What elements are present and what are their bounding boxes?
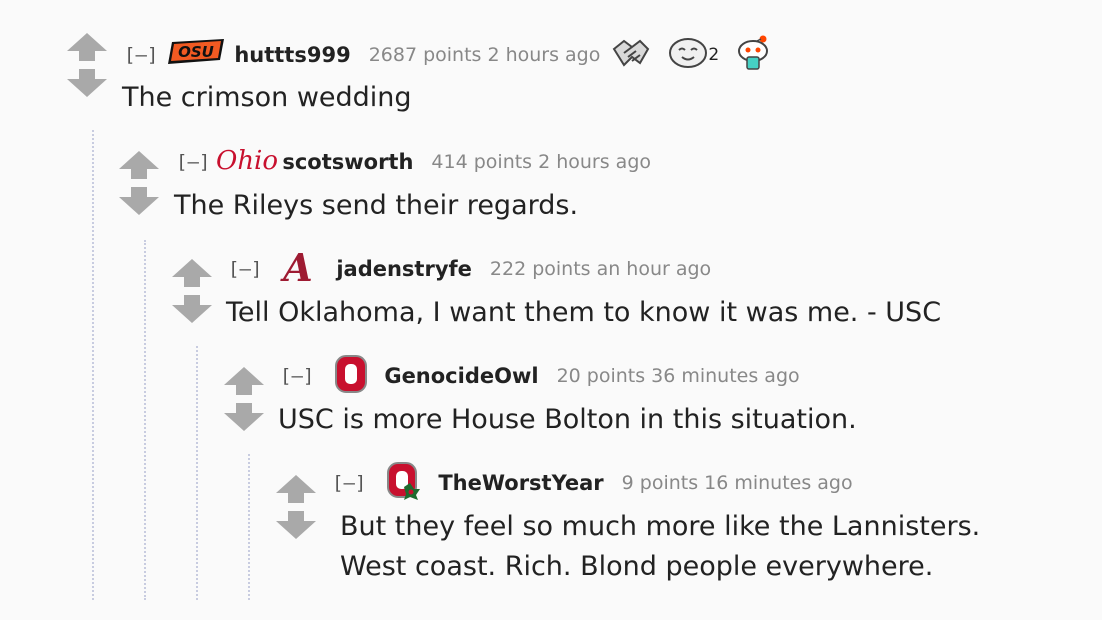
vote-column xyxy=(118,150,164,220)
comment-body: But they feel so much more like the Lann… xyxy=(340,507,980,587)
alabama-a-flair-icon: A xyxy=(276,245,322,291)
ohio-state-holiday-o-flair-icon xyxy=(386,461,422,505)
comment-score: 222 points xyxy=(489,258,591,280)
comment-body-line: Tell Oklahoma, I want them to know it wa… xyxy=(226,297,942,328)
comment-body-line: West coast. Rich. Blond people everywher… xyxy=(340,551,934,582)
comment-time: 36 minutes ago xyxy=(651,365,800,387)
comment-score: 414 points xyxy=(431,151,533,173)
upvote-arrow-icon[interactable] xyxy=(275,474,317,504)
downvote-arrow-icon[interactable] xyxy=(223,402,265,432)
comment-author[interactable]: GenocideOwl xyxy=(384,364,538,388)
collapse-toggle[interactable]: [–] xyxy=(124,44,158,66)
thread-line xyxy=(196,346,198,600)
thread-line xyxy=(144,240,146,600)
snoo-drink-award-icon[interactable] xyxy=(733,33,773,77)
svg-text:OSU: OSU xyxy=(178,43,214,61)
thread-line xyxy=(248,454,250,600)
vote-column xyxy=(66,32,112,102)
vote-column xyxy=(275,474,321,544)
award-count: 2 xyxy=(708,45,720,65)
comment-body: The crimson wedding xyxy=(122,78,412,118)
comment-body-line: The Rileys send their regards. xyxy=(174,190,579,221)
comment-body-line: USC is more House Bolton in this situati… xyxy=(278,404,857,435)
flair-text: Ohio xyxy=(216,146,278,176)
collapse-toggle[interactable]: [–] xyxy=(176,151,210,173)
upvote-arrow-icon[interactable] xyxy=(118,150,160,180)
comment-author[interactable]: huttts999 xyxy=(234,43,350,67)
upvote-arrow-icon[interactable] xyxy=(171,258,213,288)
comment-body-line: The crimson wedding xyxy=(122,82,412,113)
comment-time: an hour ago xyxy=(596,258,712,280)
collapse-toggle[interactable]: [–] xyxy=(332,472,366,494)
comment-score: 20 points xyxy=(556,365,646,387)
comment-time: 2 hours ago xyxy=(487,44,601,66)
downvote-arrow-icon[interactable] xyxy=(66,68,108,98)
award-list: 2 xyxy=(610,33,787,77)
upvote-arrow-icon[interactable] xyxy=(66,32,108,62)
comment-body: Tell Oklahoma, I want them to know it wa… xyxy=(226,293,941,333)
collapse-toggle[interactable]: [–] xyxy=(280,365,314,387)
comment-time: 2 hours ago xyxy=(538,151,652,173)
downvote-arrow-icon[interactable] xyxy=(118,186,160,216)
ohio-script-flair-icon: Ohio xyxy=(214,144,278,180)
comment-time: 16 minutes ago xyxy=(704,472,853,494)
downvote-arrow-icon[interactable] xyxy=(275,510,317,540)
comment-score: 9 points xyxy=(621,472,699,494)
comment-tagline: [–] OSU huttts999 2687 points 2 hours ag… xyxy=(124,35,787,72)
comment-tagline: [–] Ohio scotsworth 414 points 2 hours a… xyxy=(176,145,651,179)
comment-score: 2687 points xyxy=(368,44,482,66)
comment-body: The Rileys send their regards. xyxy=(174,186,578,226)
comment-tagline: [–] TheWorstYear 9 points 16 minutes ago xyxy=(332,462,853,500)
wholesome-face-award-icon[interactable] xyxy=(666,35,708,75)
flair-text: A xyxy=(281,247,313,287)
vote-column xyxy=(223,366,269,436)
ohio-state-block-o-flair-icon xyxy=(334,354,368,398)
comment-tagline: [–] A jadenstryfe 222 points an hour ago xyxy=(228,245,712,290)
vote-column xyxy=(171,258,217,328)
comment-author[interactable]: TheWorstYear xyxy=(438,471,603,495)
thread-line xyxy=(92,130,94,600)
comment-author[interactable]: jadenstryfe xyxy=(336,257,472,281)
comment-body-line: But they feel so much more like the Lann… xyxy=(340,511,981,542)
handshake-award-icon[interactable] xyxy=(610,35,652,75)
downvote-arrow-icon[interactable] xyxy=(171,294,213,324)
comment-author[interactable]: scotsworth xyxy=(282,150,413,174)
osu-cowboys-flair-icon: OSU xyxy=(166,38,226,72)
comment-body: USC is more House Bolton in this situati… xyxy=(278,400,857,440)
upvote-arrow-icon[interactable] xyxy=(223,366,265,396)
comment-tagline: [–] GenocideOwl 20 points 36 minutes ago xyxy=(280,355,800,393)
collapse-toggle[interactable]: [–] xyxy=(228,258,262,280)
